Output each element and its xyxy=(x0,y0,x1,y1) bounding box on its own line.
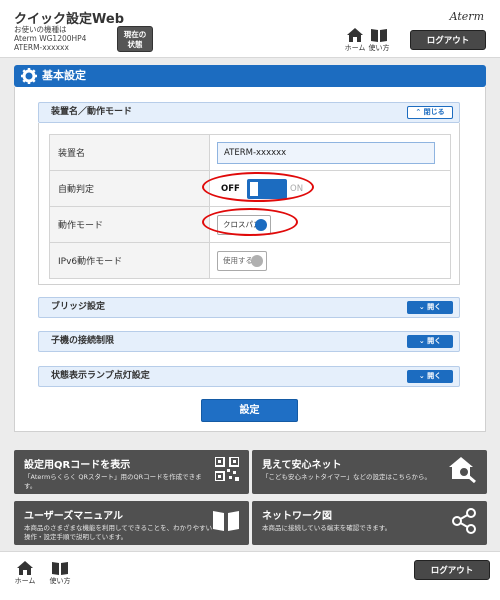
tile-users-manual[interactable]: ユーザーズマニュアル 本商品のさまざまな機能を利用してできることを、わかりやすい… xyxy=(14,501,249,545)
table-row: 装置名 ATERM-xxxxxx xyxy=(49,134,451,171)
expand-button[interactable]: ⌄ 開く xyxy=(407,370,453,383)
device-name-text: ATERM-xxxxxx xyxy=(14,43,69,52)
chevron-down-icon: ⌄ xyxy=(418,372,425,380)
settings-table: 装置名 ATERM-xxxxxx 自動判定 OFF ON 動作モード クロスパス… xyxy=(49,134,451,279)
operation-mode-label: 動作モード xyxy=(49,206,210,243)
help-nav[interactable]: 使い方 xyxy=(368,28,390,53)
collapse-button[interactable]: ⌃ 閉じる xyxy=(407,106,453,119)
accordion-client-limit[interactable]: 子機の接続制限 ⌄ 開く xyxy=(38,331,460,352)
table-row: IPv6動作モード 使用する xyxy=(49,242,451,279)
expand-button[interactable]: ⌄ 開く xyxy=(407,301,453,314)
gear-icon xyxy=(21,68,37,84)
ipv6-mode-select[interactable]: 使用する xyxy=(217,250,267,271)
home-nav[interactable]: ホーム xyxy=(344,28,366,53)
network-icon xyxy=(452,508,476,534)
home-nav[interactable]: ホーム xyxy=(14,561,36,586)
aterm-logo: Aterm xyxy=(449,10,484,23)
accordion-lamp[interactable]: 状態表示ランプ点灯設定 ⌄ 開く xyxy=(38,366,460,387)
chevron-down-icon: ⌄ xyxy=(418,303,425,311)
logout-button[interactable]: ログアウト xyxy=(414,560,490,580)
chevron-down-icon xyxy=(255,218,267,231)
tile-network-map[interactable]: ネットワーク図 本商品に接続している端末を確認できます。 xyxy=(252,501,487,545)
ipv6-mode-label: IPv6動作モード xyxy=(49,242,210,279)
current-status-button[interactable]: 現在の 状態 xyxy=(117,26,153,52)
tile-mieru-net[interactable]: 見えて安心ネット 「こども安心ネットタイマー」などの設定はこちらから。 xyxy=(252,450,487,494)
book-icon xyxy=(213,511,239,531)
table-row: 動作モード クロスパス xyxy=(49,206,451,243)
help-nav[interactable]: 使い方 xyxy=(49,561,71,586)
save-button[interactable]: 設定 xyxy=(201,399,298,422)
book-icon xyxy=(371,29,387,42)
house-search-icon xyxy=(449,457,476,483)
home-icon xyxy=(17,561,33,575)
accordion-device-mode[interactable]: 装置名／動作モード ⌃ 閉じる xyxy=(38,102,460,123)
device-name-input[interactable]: ATERM-xxxxxx xyxy=(217,141,435,164)
home-icon xyxy=(347,28,363,42)
section-title: 基本設定 xyxy=(42,69,86,82)
device-name-label: 装置名 xyxy=(49,134,210,171)
toggle-switch[interactable] xyxy=(247,178,287,199)
chevron-up-icon: ⌃ xyxy=(415,108,422,116)
auto-detect-toggle[interactable]: OFF ON xyxy=(217,178,307,199)
device-model: Aterm WG1200HP4 xyxy=(14,34,87,43)
chevron-down-icon xyxy=(251,254,263,267)
device-label: お使いの機種は xyxy=(14,25,67,34)
operation-mode-select[interactable]: クロスパス xyxy=(217,214,271,235)
expand-button[interactable]: ⌄ 開く xyxy=(407,335,453,348)
tile-qr-code[interactable]: 設定用QRコードを表示 「Atermらくらく QRスタート」用のQRコードを作成… xyxy=(14,450,249,494)
section-title-bar: 基本設定 xyxy=(14,65,486,87)
auto-detect-label: 自動判定 xyxy=(49,170,210,207)
table-row: 自動判定 OFF ON xyxy=(49,170,451,207)
logout-button[interactable]: ログアウト xyxy=(410,30,486,50)
qr-code-icon xyxy=(215,457,239,481)
chevron-down-icon: ⌄ xyxy=(418,337,425,345)
accordion-bridge[interactable]: ブリッジ設定 ⌄ 開く xyxy=(38,297,460,318)
book-icon xyxy=(52,562,68,575)
header: クイック設定Web お使いの機種は Aterm WG1200HP4 ATERM-… xyxy=(0,0,500,58)
footer: ホーム 使い方 ログアウト xyxy=(0,551,500,600)
